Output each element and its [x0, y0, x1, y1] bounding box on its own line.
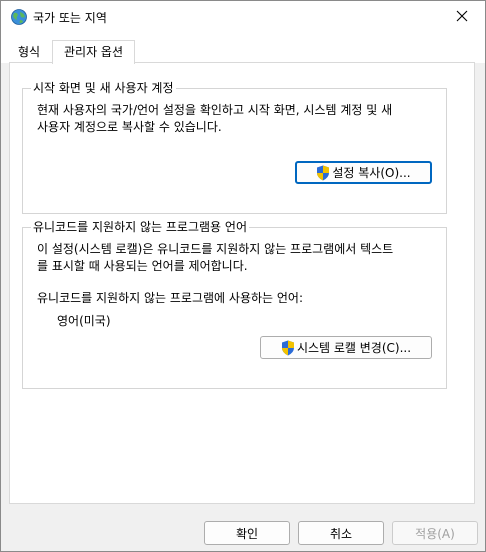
close-icon [456, 10, 468, 25]
globe-icon [10, 8, 28, 26]
welcome-screen-group: 시작 화면 및 새 사용자 계정 현재 사용자의 국가/언어 설정을 확인하고 … [22, 80, 447, 214]
tab-panel: 시작 화면 및 새 사용자 계정 현재 사용자의 국가/언어 설정을 확인하고 … [9, 62, 475, 504]
tab-strip: 형식 관리자 옵션 [1, 33, 485, 64]
ok-button[interactable]: 확인 [204, 521, 290, 545]
group-title: 유니코드를 지원하지 않는 프로그램용 언어 [31, 219, 249, 235]
window-title: 국가 또는 지역 [33, 11, 107, 25]
change-system-locale-button[interactable]: 시스템 로캘 변경(C)... [260, 336, 432, 359]
current-language-value: 영어(미국) [57, 314, 111, 328]
tab-administrative[interactable]: 관리자 옵션 [52, 40, 135, 64]
copy-settings-button[interactable]: 설정 복사(O)... [295, 161, 432, 184]
non-unicode-group: 유니코드를 지원하지 않는 프로그램용 언어 이 설정(시스템 로캘)은 유니코… [22, 219, 447, 389]
tab-formats[interactable]: 형식 [9, 43, 49, 63]
unicode-description-line1: 이 설정(시스템 로캘)은 유니코드를 지원하지 않는 프로그램에서 텍스트 [37, 242, 394, 256]
copy-settings-label: 설정 복사(O)... [332, 166, 411, 180]
cancel-button[interactable]: 취소 [298, 521, 384, 545]
unicode-description-line2: 를 표시할 때 사용되는 언어를 제어합니다. [37, 259, 248, 273]
close-button[interactable] [439, 1, 485, 33]
title-bar: 국가 또는 지역 [1, 1, 485, 33]
dialog-window: 국가 또는 지역 형식 관리자 옵션 시작 화면 및 새 사용자 계정 현재 사… [0, 0, 486, 552]
welcome-description-line1: 현재 사용자의 국가/언어 설정을 확인하고 시작 화면, 시스템 계정 및 새 [37, 103, 393, 117]
group-title: 시작 화면 및 새 사용자 계정 [31, 80, 176, 96]
current-language-label: 유니코드를 지원하지 않는 프로그램에 사용하는 언어: [37, 291, 303, 305]
welcome-description-line2: 사용자 계정으로 복사할 수 있습니다. [37, 120, 222, 134]
apply-button[interactable]: 적용(A) [392, 521, 478, 545]
shield-icon [316, 165, 330, 181]
change-system-locale-label: 시스템 로캘 변경(C)... [296, 341, 412, 355]
shield-icon [281, 340, 295, 356]
